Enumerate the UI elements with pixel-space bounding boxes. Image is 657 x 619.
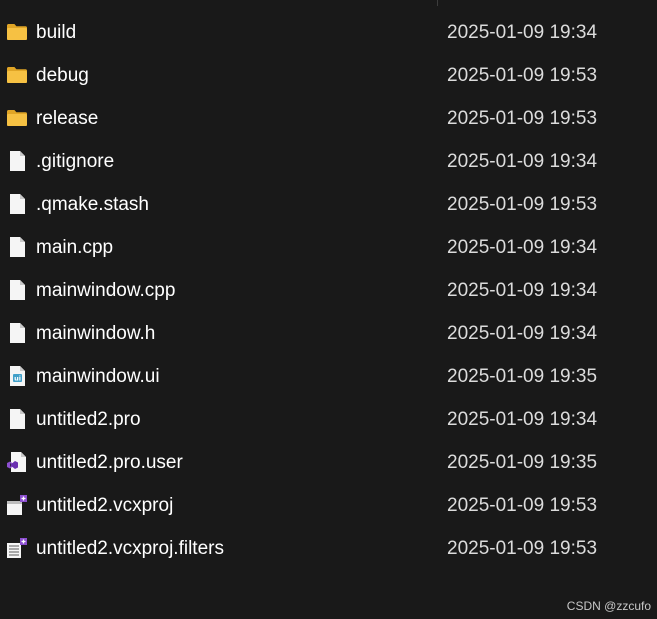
date-modified: 2025-01-09 19:34	[447, 151, 598, 172]
file-icon	[5, 407, 29, 431]
file-list: build 2025-01-09 19:34 debug 2025-01-09 19:…	[0, 11, 657, 570]
vcxproj-filters-file-icon	[5, 536, 29, 560]
file-name: build	[36, 22, 77, 43]
file-row-untitled2-pro-user[interactable]: untitled2.pro.user 2025-01-09 19:35	[0, 441, 657, 484]
date-modified: 2025-01-09 19:34	[447, 409, 598, 430]
svg-text:ui: ui	[14, 375, 21, 383]
file-row-mainwindow-cpp[interactable]: mainwindow.cpp 2025-01-09 19:34	[0, 269, 657, 312]
file-row-release[interactable]: release 2025-01-09 19:53	[0, 97, 657, 140]
file-name: debug	[36, 65, 89, 86]
file-name: .qmake.stash	[36, 194, 149, 215]
date-modified: 2025-01-09 19:53	[447, 538, 598, 559]
folder-icon	[5, 106, 29, 130]
folder-icon	[5, 20, 29, 44]
file-row-untitled2-vcxproj-filters[interactable]: untitled2.vcxproj.filters 2025-01-09 19:5…	[0, 527, 657, 570]
date-modified: 2025-01-09 19:35	[447, 366, 598, 387]
date-modified: 2025-01-09 19:34	[447, 237, 598, 258]
date-modified: 2025-01-09 19:53	[447, 495, 598, 516]
file-row-mainwindow-h[interactable]: mainwindow.h 2025-01-09 19:34	[0, 312, 657, 355]
file-row-gitignore[interactable]: .gitignore 2025-01-09 19:34	[0, 140, 657, 183]
file-row-main-cpp[interactable]: main.cpp 2025-01-09 19:34	[0, 226, 657, 269]
visual-studio-file-icon	[5, 450, 29, 474]
file-name: untitled2.vcxproj	[36, 495, 174, 516]
file-row-untitled2-pro[interactable]: untitled2.pro 2025-01-09 19:34	[0, 398, 657, 441]
file-name: untitled2.vcxproj.filters	[36, 538, 224, 559]
vcxproj-file-icon	[5, 493, 29, 517]
file-icon	[5, 321, 29, 345]
file-name: untitled2.pro	[36, 409, 141, 430]
date-modified: 2025-01-09 19:34	[447, 323, 598, 344]
column-divider[interactable]	[437, 0, 438, 6]
file-name: mainwindow.ui	[36, 366, 160, 387]
date-modified: 2025-01-09 19:53	[447, 194, 598, 215]
qt-ui-file-icon: ui	[5, 364, 29, 388]
file-name: main.cpp	[36, 237, 114, 258]
file-name: mainwindow.cpp	[36, 280, 176, 301]
file-row-mainwindow-ui[interactable]: ui mainwindow.ui 2025-01-09 19:35	[0, 355, 657, 398]
date-modified: 2025-01-09 19:53	[447, 108, 598, 129]
file-icon	[5, 192, 29, 216]
folder-icon	[5, 63, 29, 87]
file-name: untitled2.pro.user	[36, 452, 183, 473]
file-name: release	[36, 108, 99, 129]
date-modified: 2025-01-09 19:53	[447, 65, 598, 86]
file-icon	[5, 149, 29, 173]
file-icon	[5, 235, 29, 259]
file-icon	[5, 278, 29, 302]
file-row-qmake-stash[interactable]: .qmake.stash 2025-01-09 19:53	[0, 183, 657, 226]
file-name: .gitignore	[36, 151, 115, 172]
file-row-build[interactable]: build 2025-01-09 19:34	[0, 11, 657, 54]
date-modified: 2025-01-09 19:34	[447, 22, 598, 43]
file-row-debug[interactable]: debug 2025-01-09 19:53	[0, 54, 657, 97]
file-name: mainwindow.h	[36, 323, 156, 344]
watermark: CSDN @zzcufo	[566, 599, 651, 613]
date-modified: 2025-01-09 19:34	[447, 280, 598, 301]
file-row-untitled2-vcxproj[interactable]: untitled2.vcxproj 2025-01-09 19:53	[0, 484, 657, 527]
date-modified: 2025-01-09 19:35	[447, 452, 598, 473]
